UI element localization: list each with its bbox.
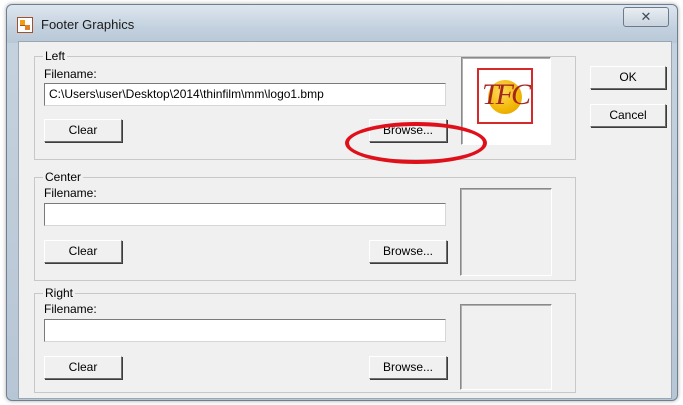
left-filename-input[interactable]: C:\Users\user\Desktop\2014\thinfilm\mm\l… [44,83,446,106]
left-browse-button[interactable]: Browse... [369,119,447,142]
right-clear-button[interactable]: Clear [44,356,122,379]
right-preview [460,304,552,390]
ok-button[interactable]: OK [590,66,666,89]
center-browse-button[interactable]: Browse... [369,240,447,263]
window-title: Footer Graphics [41,17,135,32]
center-filename-input[interactable] [44,203,446,226]
left-preview: TFC [461,57,551,145]
center-group-label: Center [43,170,84,184]
center-preview [460,188,552,276]
left-filename-label: Filename: [44,67,97,81]
dialog-window: Footer Graphics ✕ Left Filename: C:\User… [6,4,678,401]
tfc-logo: TFC [477,68,533,124]
center-filename-label: Filename: [44,186,97,200]
logo-text: TFC [481,78,531,111]
title-bar: Footer Graphics ✕ [7,5,677,43]
dialog-client-area: Left Filename: C:\Users\user\Desktop\201… [18,41,672,399]
right-filename-label: Filename: [44,302,97,316]
right-group-label: Right [43,286,76,300]
left-group-label: Left [43,49,68,63]
left-clear-button[interactable]: Clear [44,119,122,142]
right-group: Right Filename: Clear Browse... [34,286,576,393]
close-button[interactable]: ✕ [623,7,669,27]
center-clear-button[interactable]: Clear [44,240,122,263]
app-icon [17,17,33,33]
right-browse-button[interactable]: Browse... [369,356,447,379]
center-group: Center Filename: Clear Browse... [34,170,576,281]
close-icon: ✕ [640,9,652,24]
right-filename-input[interactable] [44,319,446,342]
cancel-button[interactable]: Cancel [590,104,666,127]
left-group: Left Filename: C:\Users\user\Desktop\201… [34,49,576,160]
